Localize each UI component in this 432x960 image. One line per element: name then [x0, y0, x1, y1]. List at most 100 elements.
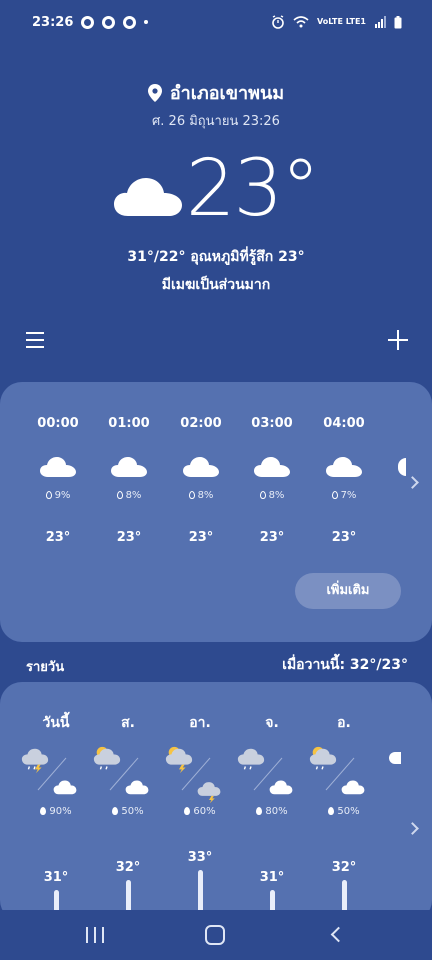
day-precipitation: 90% [20, 806, 92, 817]
hour-temperature: 23° [116, 530, 142, 545]
day-name: วันนี้ [42, 715, 70, 731]
scroll-right-icon[interactable] [406, 476, 419, 489]
raindrop-icon [256, 807, 263, 815]
day-precipitation: 50% [92, 806, 164, 817]
cloud-icon [398, 458, 406, 476]
back-button[interactable] [330, 926, 347, 943]
daily-item: ส. 50% 32° [92, 682, 164, 922]
add-location-button[interactable] [388, 330, 408, 350]
cloud-icon [122, 778, 152, 800]
day-precipitation: 80% [236, 806, 308, 817]
cloud-icon [50, 778, 80, 800]
hour-precipitation: 9% [28, 490, 88, 501]
chrome-notification-icon [123, 15, 137, 29]
hour-time: 01:00 [108, 416, 150, 431]
yesterday-temperature: เมื่อวานนี้: 32°/23° [282, 657, 408, 673]
raindrop-icon [184, 807, 191, 815]
hour-time: 04:00 [323, 416, 365, 431]
hour-temperature: 23° [259, 530, 285, 545]
day-precip-value: 80% [265, 806, 288, 817]
day-high-temperature: 33° [187, 850, 213, 865]
day-high-temperature: 31° [43, 870, 69, 885]
chrome-notification-icon [81, 15, 95, 29]
signal-icon [375, 16, 386, 28]
status-bar: 23:26 VoLTE LTE1 [0, 0, 432, 44]
raindrop-icon [112, 807, 119, 815]
day-high-temperature: 32° [115, 860, 141, 875]
battery-icon [394, 15, 402, 28]
current-temperature: 23° [185, 144, 320, 234]
day-precipitation: 50% [308, 806, 380, 817]
alarm-icon [272, 15, 284, 29]
cloud-icon [113, 178, 182, 216]
hour-temperature: 23° [188, 530, 214, 545]
day-precip-value: 50% [337, 806, 360, 817]
network-type-label: VoLTE LTE1 [317, 17, 366, 26]
hour-precip-value: 9% [54, 490, 71, 501]
location-datetime: ศ. 26 มิถุนายน 23:26 [152, 114, 280, 129]
thunder-cloud-icon [194, 778, 224, 804]
raindrop-icon [259, 491, 266, 499]
location-name: อำเภอเขาพนม [169, 83, 285, 104]
recent-apps-button[interactable] [86, 927, 104, 943]
cloud-icon [254, 456, 290, 478]
day-name: ส. [121, 715, 135, 731]
day-precipitation: 60% [164, 806, 236, 817]
cloud-icon [389, 752, 401, 764]
raindrop-icon [328, 807, 335, 815]
raindrop-icon [331, 491, 338, 499]
day-high-temperature: 32° [331, 860, 357, 875]
daily-item: วันนี้ 90% 31° [20, 682, 92, 922]
scroll-right-icon[interactable] [406, 822, 419, 835]
day-name: อา. [189, 715, 211, 731]
location-pin-icon [147, 83, 162, 102]
daily-section-label: รายวัน [26, 660, 65, 675]
raindrop-icon [116, 491, 123, 499]
hour-precip-value: 7% [340, 490, 357, 501]
day-name: อ. [337, 715, 351, 731]
cloud-icon [338, 778, 368, 800]
hour-temperature: 23° [331, 530, 357, 545]
day-precip-value: 60% [193, 806, 216, 817]
hour-precip-value: 8% [268, 490, 285, 501]
cloud-icon [266, 778, 296, 800]
hour-precipitation: 8% [242, 490, 302, 501]
chrome-notification-icon [102, 15, 116, 29]
menu-icon[interactable] [26, 332, 44, 348]
daily-forecast-card[interactable]: วันนี้ 90% 31° ส. 50% 32° อา. 60% 33° จ. 80% 31° อ. 5… [0, 682, 432, 922]
day-high-temperature: 31° [259, 870, 285, 885]
more-notifications-icon [144, 20, 149, 24]
wifi-icon [293, 16, 309, 28]
status-time: 23:26 [32, 14, 74, 30]
location-header[interactable]: อำเภอเขาพนม [0, 78, 432, 107]
hourly-forecast-card[interactable]: 00:00 9% 23° 01:00 8% 23° 02:00 8% 23° 03:00 8% 23°… [0, 382, 432, 642]
day-precip-value: 50% [121, 806, 144, 817]
daily-item: อ. 50% 32° [308, 682, 380, 922]
hour-time: 02:00 [180, 416, 222, 431]
system-nav-bar [0, 910, 432, 960]
cloud-icon [326, 456, 362, 478]
hour-precipitation: 7% [314, 490, 374, 501]
hour-precipitation: 8% [99, 490, 159, 501]
raindrop-icon [188, 491, 195, 499]
hour-time: 00:00 [37, 416, 79, 431]
daily-item: จ. 80% 31° [236, 682, 308, 922]
weather-condition: มีเมฆเป็นส่วนมาก [161, 277, 271, 293]
cloud-icon [183, 456, 219, 478]
day-precip-value: 90% [49, 806, 72, 817]
raindrop-icon [40, 807, 47, 815]
hour-temperature: 23° [45, 530, 71, 545]
cloud-icon [40, 456, 76, 478]
hour-time: 03:00 [251, 416, 293, 431]
raindrop-icon [45, 491, 52, 499]
cloud-icon [111, 456, 147, 478]
minmax-feels-like: 31°/22° อุณหภูมิที่รู้สึก 23° [127, 249, 305, 265]
daily-item: อา. 60% 33° [164, 682, 236, 922]
current-weather: 23° [0, 144, 432, 234]
hour-precipitation: 8% [171, 490, 231, 501]
day-name: จ. [265, 715, 279, 731]
hour-precip-value: 8% [125, 490, 142, 501]
hour-precip-value: 8% [197, 490, 214, 501]
more-button[interactable]: เพิ่มเติม [295, 573, 401, 609]
home-button[interactable] [205, 925, 225, 945]
